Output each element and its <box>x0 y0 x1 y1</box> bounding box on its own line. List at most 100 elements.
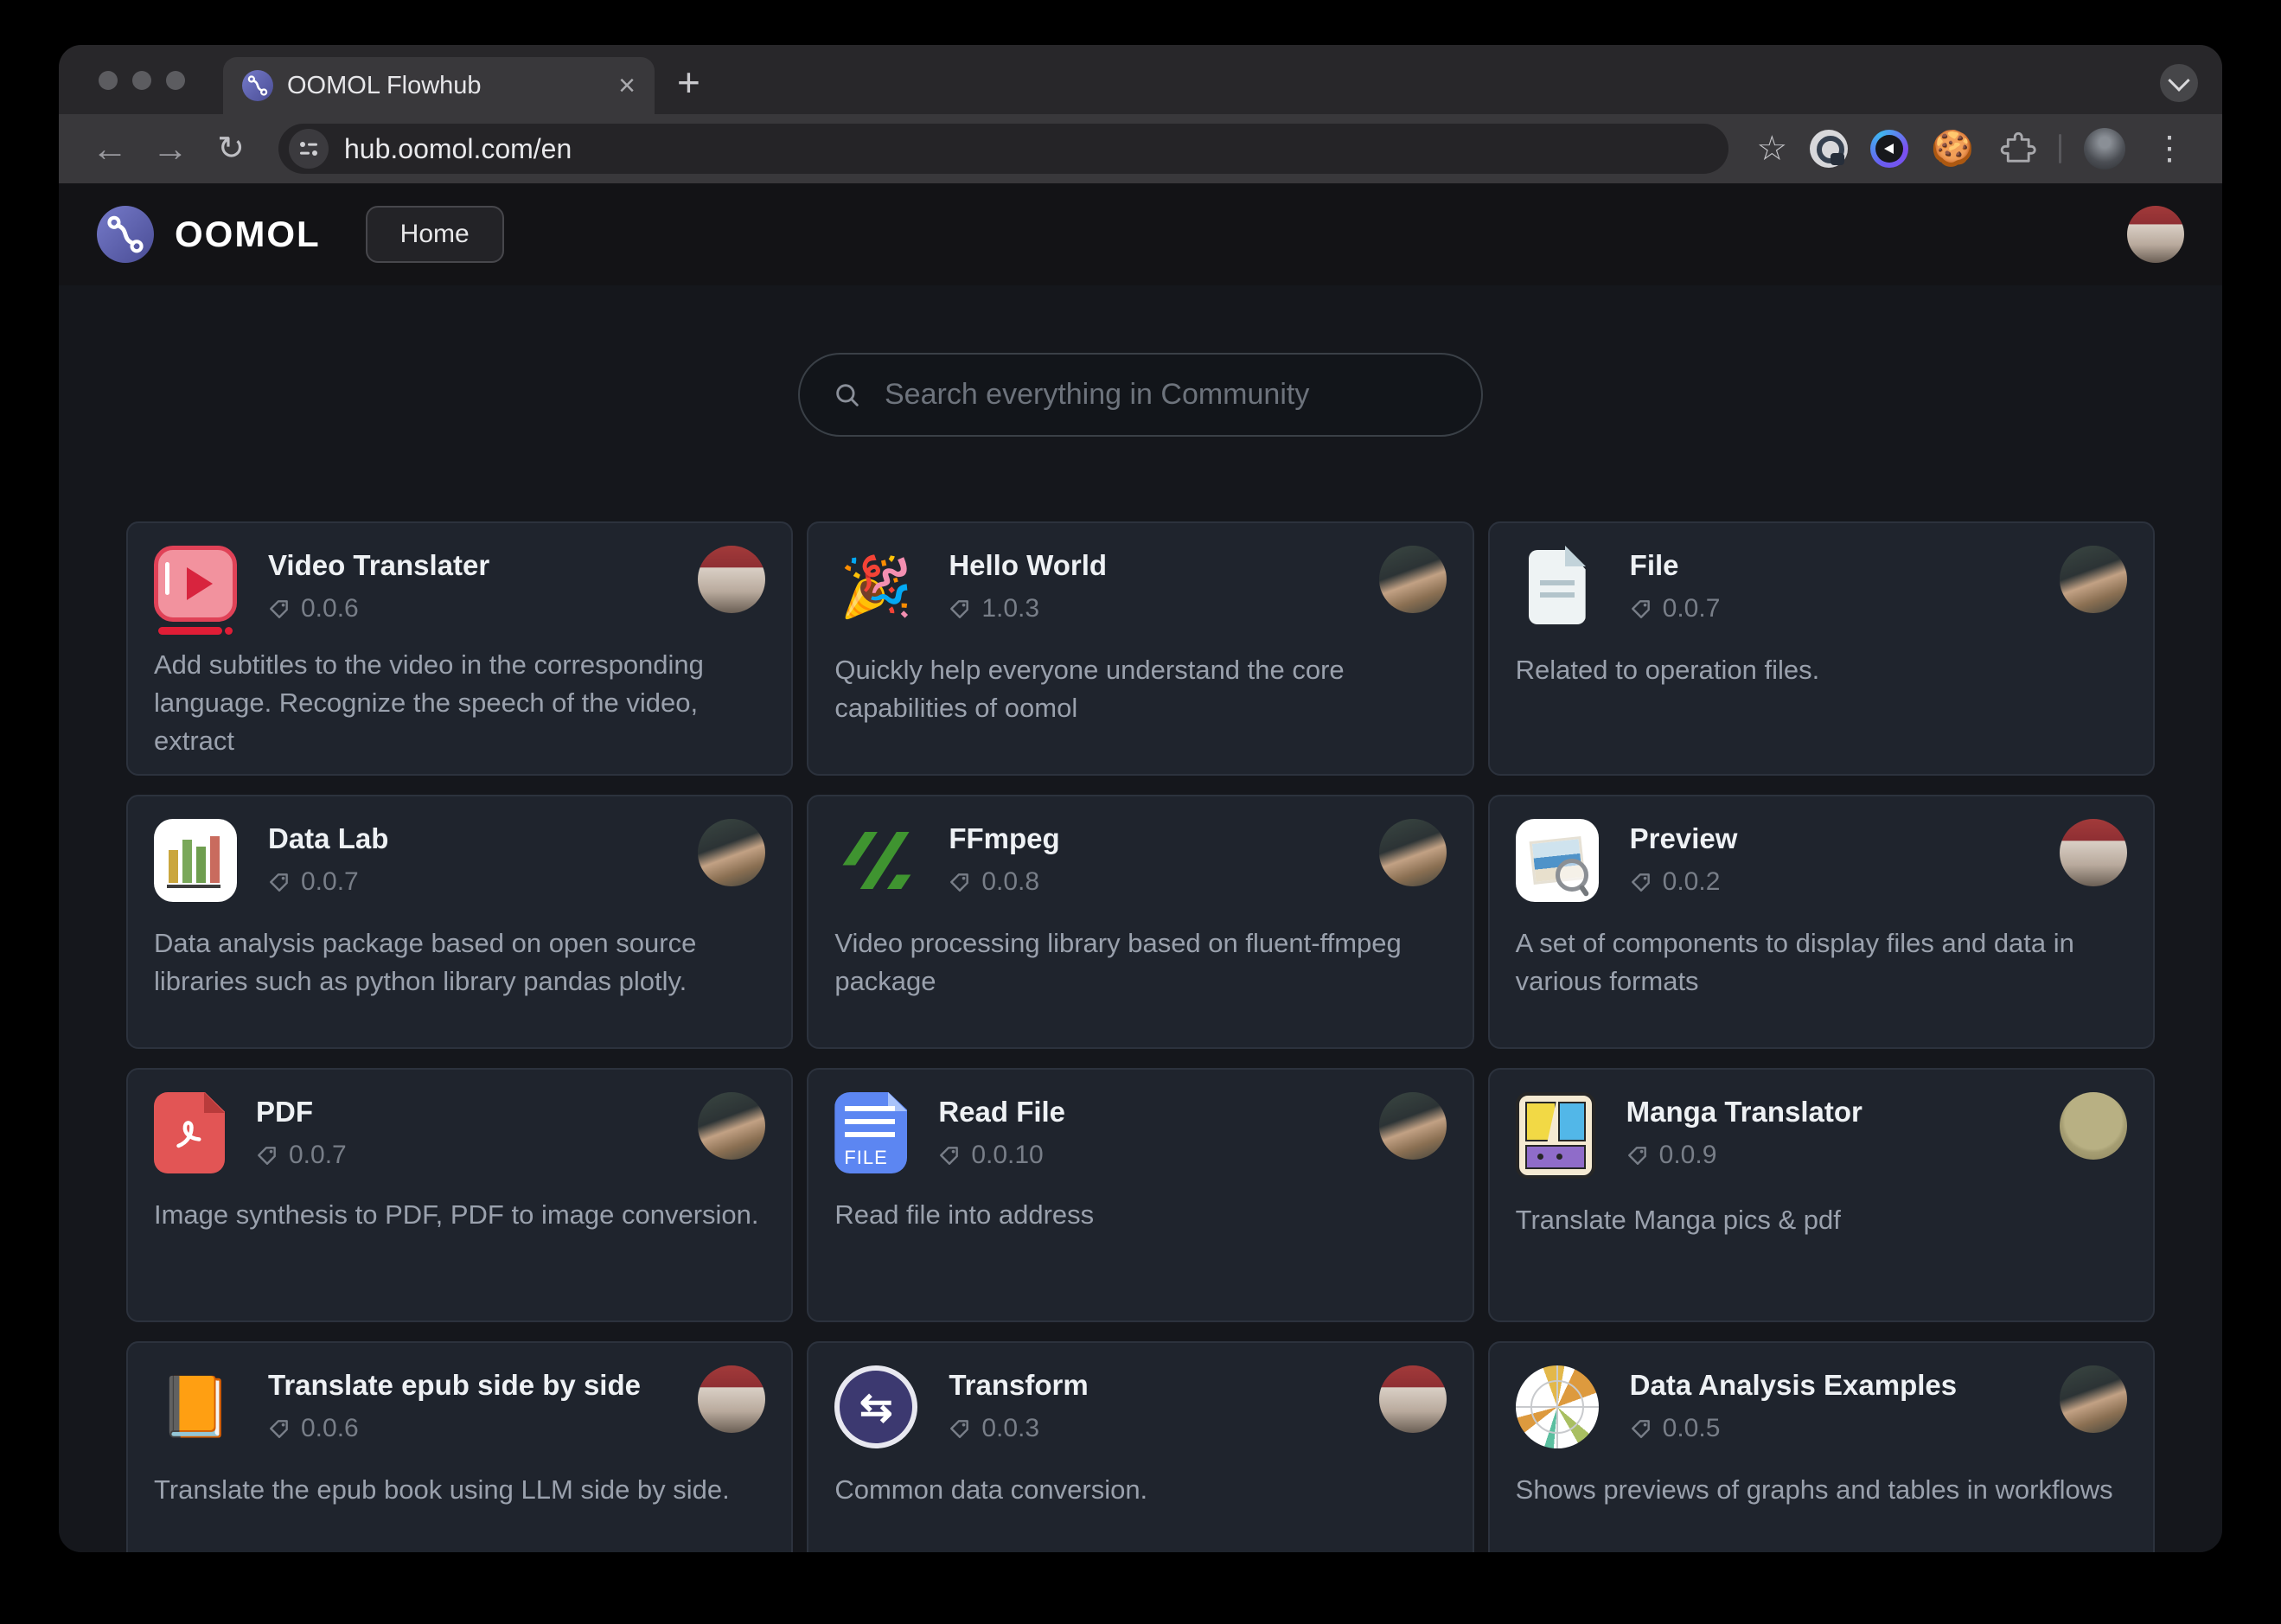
package-title: PDF <box>256 1096 347 1128</box>
toolbar-actions: ☆ 🍪 ⋮ <box>1756 128 2198 169</box>
bookmark-star-icon[interactable]: ☆ <box>1756 131 1787 166</box>
package-version: 0.0.5 <box>1630 1414 1957 1443</box>
package-card[interactable]: 📙 Translate epub side by side 0.0.6 Tran… <box>126 1341 793 1552</box>
polar-chart-icon <box>1516 1365 1599 1448</box>
party-popper-icon: 🎉 <box>834 546 917 629</box>
package-card[interactable]: FFmpeg 0.0.8 Video processing library ba… <box>807 795 1473 1049</box>
url-text[interactable]: hub.oomol.com/en <box>344 133 572 165</box>
tag-icon <box>1630 598 1652 620</box>
owner-avatar[interactable] <box>1379 546 1447 613</box>
package-card[interactable]: Preview 0.0.2 A set of components to dis… <box>1488 795 2155 1049</box>
package-description: Read file into address <box>834 1196 1446 1234</box>
password-manager-extension-icon[interactable] <box>1810 130 1848 168</box>
package-title: Read File <box>938 1096 1065 1128</box>
package-card[interactable]: PDF 0.0.7 Image synthesis to PDF, PDF to… <box>126 1068 793 1322</box>
package-description: Data analysis package based on open sour… <box>154 924 765 1001</box>
owner-avatar[interactable] <box>698 819 765 886</box>
package-version: 0.0.7 <box>256 1141 347 1170</box>
owner-avatar[interactable] <box>2060 546 2127 613</box>
extensions-puzzle-icon[interactable] <box>1997 129 2036 169</box>
package-description: A set of components to display files and… <box>1516 924 2127 1001</box>
browser-tab[interactable]: OOMOL Flowhub × <box>223 57 655 114</box>
purple-extension-icon[interactable] <box>1870 130 1908 168</box>
bar-chart-icon <box>154 819 237 902</box>
oomol-logo-icon <box>97 206 154 263</box>
owner-avatar[interactable] <box>698 546 765 613</box>
video-player-icon <box>154 546 237 622</box>
community-search[interactable] <box>798 353 1483 437</box>
user-avatar[interactable] <box>2127 206 2184 263</box>
reload-button[interactable]: ↻ <box>204 132 258 165</box>
package-version: 0.0.7 <box>268 867 388 897</box>
package-card[interactable]: Manga Translator 0.0.9 Translate Manga p… <box>1488 1068 2155 1322</box>
home-button[interactable]: Home <box>366 206 504 263</box>
browser-profile-avatar[interactable] <box>2084 128 2125 169</box>
package-card[interactable]: FILE Read File 0.0.10 Read file into add… <box>807 1068 1473 1322</box>
package-version: 0.0.8 <box>949 867 1059 897</box>
tag-icon <box>949 871 971 893</box>
pdf-icon <box>154 1092 225 1173</box>
zoom-window-button[interactable] <box>166 71 185 90</box>
tab-strip: OOMOL Flowhub × + <box>59 45 2222 114</box>
new-tab-button[interactable]: + <box>677 62 700 102</box>
tab-close-icon[interactable]: × <box>618 71 636 100</box>
owner-avatar[interactable] <box>698 1092 765 1160</box>
package-title: File <box>1630 549 1721 582</box>
package-version: 0.0.3 <box>949 1414 1088 1443</box>
owner-avatar[interactable] <box>1379 1365 1447 1433</box>
package-grid: Video Translater 0.0.6 Add subtitles to … <box>126 521 2155 1552</box>
ffmpeg-icon <box>834 819 917 902</box>
package-version: 0.0.9 <box>1626 1141 1862 1170</box>
brand-name: OOMOL <box>175 214 321 255</box>
tag-icon <box>1630 1417 1652 1440</box>
tag-icon <box>949 598 971 620</box>
package-title: FFmpeg <box>949 822 1059 855</box>
owner-avatar[interactable] <box>2060 1365 2127 1433</box>
tag-icon <box>949 1417 971 1440</box>
package-title: Manga Translator <box>1626 1096 1862 1128</box>
search-input[interactable] <box>883 377 1448 412</box>
oomol-brand[interactable]: OOMOL <box>97 206 321 263</box>
package-card[interactable]: ⇆ Transform 0.0.3 Common data conversion… <box>807 1341 1473 1552</box>
owner-avatar[interactable] <box>1379 819 1447 886</box>
blue-file-icon: FILE <box>834 1092 907 1173</box>
package-title: Transform <box>949 1369 1088 1402</box>
play-icon <box>187 567 213 600</box>
close-window-button[interactable] <box>99 71 118 90</box>
tag-icon <box>1630 871 1652 893</box>
package-card[interactable]: File 0.0.7 Related to operation files. <box>1488 521 2155 776</box>
package-card[interactable]: Data Lab 0.0.7 Data analysis package bas… <box>126 795 793 1049</box>
site-info-icon[interactable] <box>289 129 329 169</box>
package-title: Hello World <box>949 549 1107 582</box>
tab-search-button[interactable] <box>2160 64 2198 102</box>
package-version: 0.0.10 <box>938 1141 1065 1170</box>
package-title: Data Lab <box>268 822 388 855</box>
package-version: 1.0.3 <box>949 594 1107 623</box>
browser-toolbar: ← → ↻ hub.oomol.com/en ☆ 🍪 ⋮ <box>59 114 2222 183</box>
address-bar[interactable]: hub.oomol.com/en <box>278 124 1728 174</box>
package-card[interactable]: 🎉 Hello World 1.0.3 Quickly help everyon… <box>807 521 1473 776</box>
forward-button[interactable]: → <box>144 131 197 167</box>
package-version: 0.0.6 <box>268 1414 641 1443</box>
owner-avatar[interactable] <box>1379 1092 1447 1160</box>
back-button[interactable]: ← <box>83 131 137 167</box>
package-title: Translate epub side by side <box>268 1369 641 1402</box>
file-icon-label: FILE <box>844 1148 887 1167</box>
owner-avatar[interactable] <box>2060 819 2127 886</box>
browser-window: OOMOL Flowhub × + ← → ↻ hub.oomol.com/en… <box>59 45 2222 1552</box>
package-description: Common data conversion. <box>834 1471 1446 1509</box>
orange-book-icon: 📙 <box>154 1365 237 1448</box>
package-card[interactable]: Video Translater 0.0.6 Add subtitles to … <box>126 521 793 776</box>
package-description: Translate the epub book using LLM side b… <box>154 1471 765 1509</box>
cookie-extension-icon[interactable]: 🍪 <box>1931 131 1974 166</box>
minimize-window-button[interactable] <box>132 71 151 90</box>
package-version: 0.0.2 <box>1630 867 1738 897</box>
page-content: Video Translater 0.0.6 Add subtitles to … <box>59 285 2222 1552</box>
browser-menu-icon[interactable]: ⋮ <box>2148 132 2191 165</box>
package-card[interactable]: Data Analysis Examples 0.0.5 Shows previ… <box>1488 1341 2155 1552</box>
package-description: Image synthesis to PDF, PDF to image con… <box>154 1196 765 1234</box>
document-icon <box>1516 546 1599 629</box>
owner-avatar[interactable] <box>698 1365 765 1433</box>
tag-icon <box>256 1144 278 1167</box>
owner-avatar[interactable] <box>2060 1092 2127 1160</box>
